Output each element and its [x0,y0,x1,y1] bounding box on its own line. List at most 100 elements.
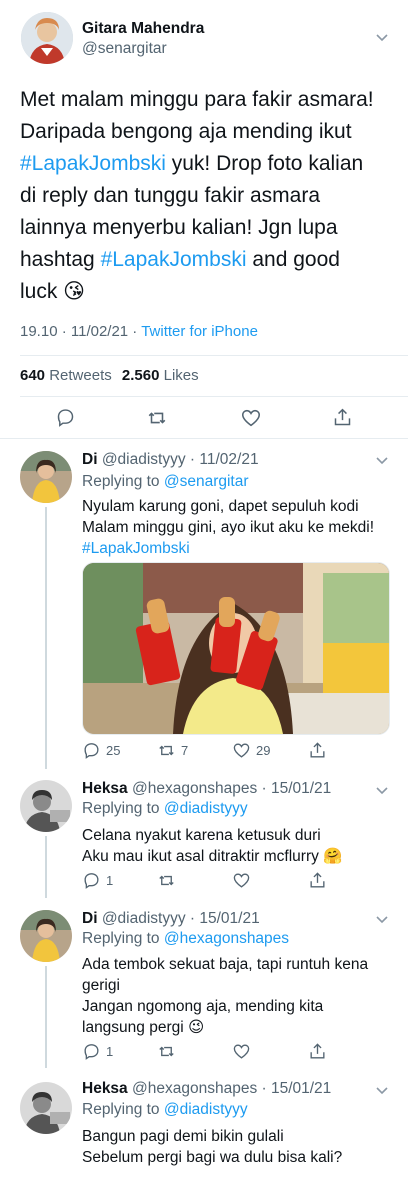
replying-to: Replying to @diadistyyy [82,1101,248,1119]
reply-text: Nyulam karung goni, dapet sepuluh kodi M… [82,496,374,559]
retweet-button[interactable] [157,871,176,890]
like-button[interactable] [232,871,251,890]
reply-line: Bangun pagi demi bikin gulali [82,1128,284,1145]
reply-icon [84,743,99,759]
avatar[interactable] [20,910,72,962]
retweets-label: Retweets [49,367,112,384]
retweet-icon [159,875,174,886]
reply-header: Heksa @hexagonshapes · 15/01/21 [82,1080,331,1098]
thread-line [45,507,47,769]
likes-count: 2.560 [121,367,160,384]
mention-link[interactable]: @diadistyyy [164,800,248,817]
tweet-meta: 19.10 · 11/02/21 · Twitter for iPhone [20,323,258,340]
retweet-count: 7 [181,743,189,758]
mention-link[interactable]: @hexagonshapes [164,930,289,947]
reply-line: Nyulam karung goni, dapet sepuluh kodi [82,498,359,515]
hashtag-link[interactable]: #LapakJombski [82,538,374,559]
author-name[interactable]: Di [82,910,98,927]
share-icon [310,872,325,888]
like-button[interactable] [240,407,262,429]
likes-stat[interactable]: 2.560 Likes [122,367,199,384]
tweet-line: Met malam minggu para fakir asmara! [20,88,374,111]
chevron-down-icon[interactable] [376,787,388,795]
replying-to: Replying to @hexagonshapes [82,930,289,948]
author-name[interactable]: Heksa [82,780,128,797]
replying-label: Replying to [82,800,164,817]
tweet-line: #LapakJombski yuk! Drop foto kalian [20,148,400,180]
thread-line [45,836,47,898]
reply-icon [84,873,99,889]
author-handle[interactable]: @senargitar [82,40,167,58]
avatar[interactable] [20,1082,72,1134]
avatar[interactable] [21,12,73,64]
retweet-icon [159,745,174,756]
divider [20,355,408,356]
avatar[interactable] [20,451,72,503]
mention-link[interactable]: @diadistyyy [164,1101,248,1118]
reply-line: gerigi [82,977,120,994]
reply-count: 1 [106,1044,114,1059]
chevron-down-icon[interactable] [376,457,388,465]
share-icon [334,408,351,426]
reply-line: langsung pergi 😉 [82,1019,205,1036]
hashtag-link[interactable]: #LapakJombski [101,248,247,271]
reply-button[interactable] [55,407,76,428]
tweet-text-span: yuk! Drop foto kalian [165,152,364,175]
likes-label: Likes [163,367,199,384]
like-count: 29 [256,743,271,758]
reply-text: Celana nyakut karena ketusuk duri Aku ma… [82,825,342,867]
engagement-stats: 640 Retweets 2.560 Likes [20,367,199,384]
reply-text: Bangun pagi demi bikin gulali Sebelum pe… [82,1126,342,1168]
replying-label: Replying to [82,473,164,490]
author-name[interactable]: Heksa [82,1080,128,1097]
retweet-icon [159,1046,174,1057]
reply-button[interactable]: 25 [82,741,120,760]
mention-link[interactable]: @senargitar [164,473,249,490]
retweet-button[interactable] [157,1042,176,1061]
hashtag-link[interactable]: #LapakJombski [20,152,166,175]
timestamp[interactable]: 19.10 · 11/02/21 · [20,323,141,340]
reply-header: Di @diadistyyy · 15/01/21 [82,910,260,928]
retweet-button[interactable]: 7 [157,741,188,760]
tweet-line: lainnya menyerbu kalian! Jgn lupa [20,216,338,239]
source-link[interactable]: Twitter for iPhone [141,323,258,340]
replying-to: Replying to @senargitar [82,473,249,491]
reply-line: Celana nyakut karena ketusuk duri [82,827,321,844]
share-icon [310,1043,325,1059]
author-handle[interactable]: @diadistyyy · 11/02/21 [102,451,259,468]
replying-label: Replying to [82,1101,164,1118]
like-button[interactable] [232,1042,251,1061]
reply-button[interactable]: 1 [82,1042,113,1061]
tweet-photo[interactable] [82,562,390,735]
chevron-down-icon[interactable] [376,34,388,42]
heart-icon [233,1044,250,1059]
author-name[interactable]: Gitara Mahendra [82,20,204,38]
replying-label: Replying to [82,930,164,947]
chevron-down-icon[interactable] [376,916,388,924]
share-button[interactable] [308,741,327,760]
heart-icon [233,743,250,758]
reply-count: 1 [106,873,114,888]
tweet-text-span: and good [246,248,340,271]
tweet-text: Met malam minggu para fakir asmara! Dari… [20,84,400,308]
divider [0,438,408,439]
tweet-line: hashtag #LapakJombski and good [20,244,400,276]
author-name[interactable]: Di [82,451,98,468]
like-button[interactable]: 29 [232,741,270,760]
avatar[interactable] [20,780,72,832]
share-button[interactable] [308,1042,327,1061]
author-handle[interactable]: @hexagonshapes · 15/01/21 [132,780,331,797]
heart-icon [241,409,261,427]
reply-line: Sebelum pergi bagi wa dulu bisa kali? [82,1149,343,1166]
author-handle[interactable]: @diadistyyy · 15/01/21 [102,910,260,927]
divider [20,396,408,397]
chevron-down-icon[interactable] [376,1087,388,1095]
author-handle[interactable]: @hexagonshapes · 15/01/21 [132,1080,331,1097]
share-button[interactable] [308,871,327,890]
share-button[interactable] [332,407,353,428]
reply-line: Jangan ngomong aja, mending kita [82,998,324,1015]
reply-button[interactable]: 1 [82,871,113,890]
reply-header: Heksa @hexagonshapes · 15/01/21 [82,780,331,798]
retweets-stat[interactable]: 640 Retweets [20,367,112,384]
retweet-button[interactable] [146,407,168,429]
